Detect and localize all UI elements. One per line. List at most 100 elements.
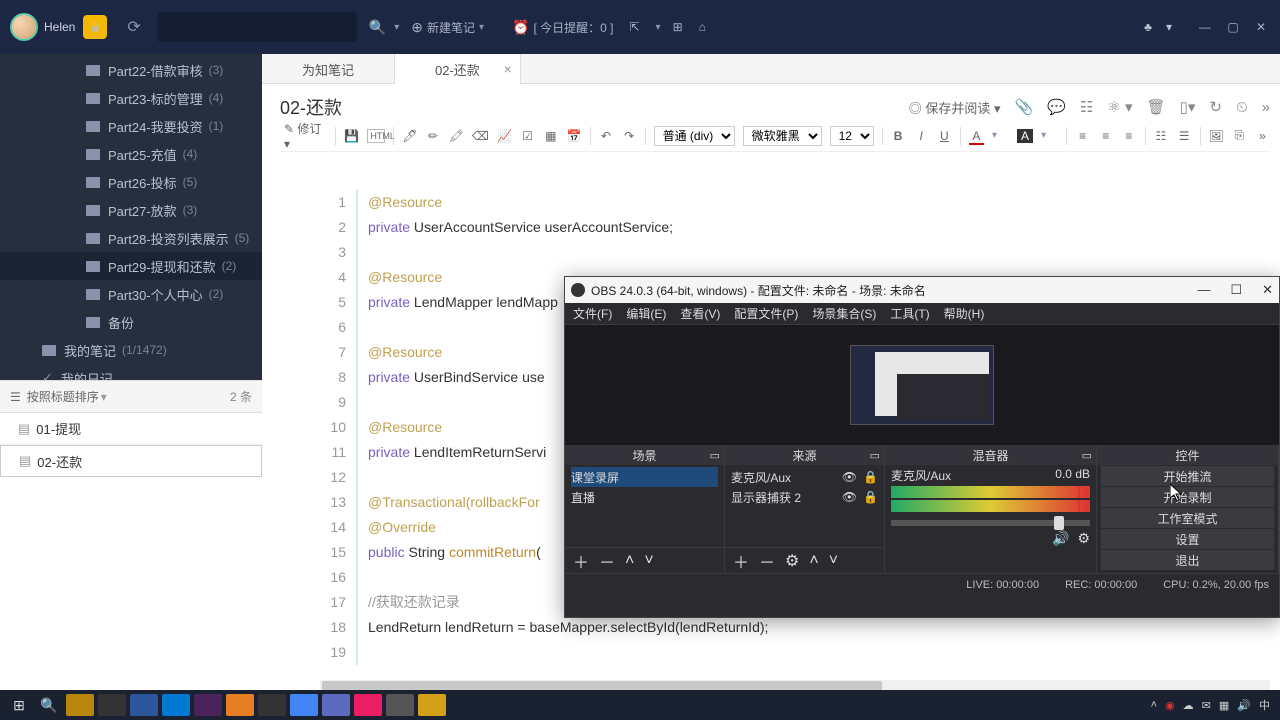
sidebar-item[interactable]: Part27-放款(3) — [0, 196, 262, 224]
undo-icon[interactable]: ↶ — [598, 129, 613, 143]
obs-scene-item[interactable]: 课堂录屏 — [571, 467, 718, 487]
pen-icon[interactable]: ✏ — [426, 129, 441, 143]
gear-icon[interactable]: ⚙ — [785, 551, 799, 571]
lock-icon[interactable]: 🔒 — [863, 490, 878, 504]
taskbar-app[interactable] — [194, 694, 222, 716]
comment-icon[interactable]: 💬 — [1047, 98, 1066, 116]
note-item[interactable]: ▤02-还款 — [0, 445, 262, 477]
chart-icon[interactable]: 📈 — [497, 129, 512, 143]
redo-icon[interactable]: ↷ — [622, 129, 637, 143]
obs-menu-item[interactable]: 帮助(H) — [944, 305, 985, 322]
align-left-icon[interactable]: ≡ — [1075, 129, 1090, 143]
sidebar-item[interactable]: Part28-投资列表展示(5) — [0, 224, 262, 252]
sidebar-item[interactable]: Part26-投标(5) — [0, 168, 262, 196]
obs-control-button[interactable]: 工作室模式 — [1101, 508, 1274, 528]
remove-icon[interactable]: － — [759, 549, 775, 573]
obs-menu-item[interactable]: 场景集合(S) — [812, 305, 876, 322]
obs-titlebar[interactable]: OBS 24.0.3 (64-bit, windows) - 配置文件: 未命名… — [565, 277, 1279, 303]
bg-color-icon[interactable]: A — [1017, 129, 1033, 143]
ime-indicator[interactable]: 中 — [1259, 697, 1270, 713]
align-center-icon[interactable]: ≡ — [1098, 129, 1113, 143]
view-icon[interactable]: ☰ — [10, 390, 21, 404]
taskbar-app[interactable] — [354, 694, 382, 716]
eye-icon[interactable]: 👁 — [842, 470, 857, 484]
mix-volume-slider[interactable] — [891, 520, 1090, 526]
sidebar-diary[interactable]: ✓我的日记 — [0, 364, 262, 380]
start-icon[interactable]: ⊞ — [4, 690, 34, 720]
obs-source-item[interactable]: 显示器捕获 2👁🔒 — [731, 487, 878, 507]
popout-dropdown[interactable]: ▾ — [656, 22, 661, 33]
obs-control-button[interactable]: 开始录制 — [1101, 487, 1274, 507]
tray-rec-icon[interactable]: ◉ — [1165, 699, 1175, 712]
panel-menu-icon[interactable]: ▭ — [870, 449, 880, 462]
bold-icon[interactable]: B — [890, 129, 905, 143]
checkbox-icon[interactable]: ☑ — [520, 129, 535, 143]
obs-control-button[interactable]: 退出 — [1101, 550, 1274, 570]
note-item[interactable]: ▤01-提现 — [0, 413, 262, 445]
add-icon[interactable]: ＋ — [573, 549, 589, 573]
eye-icon[interactable]: 👁 — [842, 490, 857, 504]
search-dropdown-icon[interactable]: ▾ — [394, 22, 399, 33]
html-button[interactable]: HTML — [367, 129, 385, 143]
obs-close-icon[interactable]: ✕ — [1262, 282, 1273, 298]
gear-icon[interactable]: ⚙ — [1077, 530, 1090, 547]
sidebar-item[interactable]: 备份 — [0, 308, 262, 336]
taskbar-app[interactable] — [258, 694, 286, 716]
obs-control-button[interactable]: 开始推流 — [1101, 466, 1274, 486]
obs-minimize-icon[interactable]: — — [1197, 282, 1210, 298]
code-icon[interactable]: ⎘ — [1232, 128, 1247, 143]
taskbar-app[interactable] — [290, 694, 318, 716]
crown-icon[interactable]: ♛ — [83, 15, 107, 39]
font-size-select[interactable]: 12 — [830, 126, 874, 146]
tab[interactable]: 为知笔记 — [262, 54, 395, 84]
sidebar-item[interactable]: Part29-提现和还款(2) — [0, 252, 262, 280]
taskbar-app[interactable] — [66, 694, 94, 716]
speaker-icon[interactable]: 🔊 — [1052, 530, 1069, 547]
obs-control-button[interactable]: 设置 — [1101, 529, 1274, 549]
align-right-icon[interactable]: ≡ — [1121, 129, 1136, 143]
username[interactable]: Helen — [44, 20, 75, 34]
obs-menu-item[interactable]: 配置文件(P) — [734, 305, 798, 322]
edit-mode-button[interactable]: ✎ 修订 ▾ — [280, 118, 327, 153]
up-icon[interactable]: ˄ — [809, 552, 818, 570]
reminder-button[interactable]: ⏰[ 今日提醒：0 ] — [512, 19, 613, 36]
obs-scene-item[interactable]: 直播 — [571, 487, 718, 507]
table-icon[interactable]: ▦ — [543, 129, 558, 143]
obs-preview[interactable] — [565, 325, 1279, 445]
obs-source-item[interactable]: 麦克风/Aux👁🔒 — [731, 467, 878, 487]
list-icon[interactable]: ☷ — [1080, 98, 1093, 116]
panel-menu-icon[interactable]: ▭ — [1082, 449, 1092, 462]
sidebar-item[interactable]: Part25-充值(4) — [0, 140, 262, 168]
highlight-icon[interactable]: 🖍 — [449, 129, 464, 143]
sidebar-my-notes[interactable]: 我的笔记(1/1472) — [0, 336, 262, 364]
more-toolbar-icon[interactable]: » — [1255, 129, 1270, 143]
popout-icon[interactable]: ⇱ — [629, 20, 639, 34]
taskbar-app[interactable] — [418, 694, 446, 716]
panel-menu-icon[interactable]: ▭ — [710, 449, 720, 462]
obs-menu-item[interactable]: 工具(T) — [890, 305, 929, 322]
tray-icon2[interactable]: ▾ — [1166, 20, 1172, 34]
underline-icon[interactable]: U — [937, 129, 952, 143]
search-task-icon[interactable]: 🔍 — [34, 690, 64, 720]
tab-close-icon[interactable]: × — [504, 61, 512, 77]
brush-icon[interactable]: 🖊 — [402, 129, 417, 143]
sidebar-item[interactable]: Part23-标的管理(4) — [0, 84, 262, 112]
remove-icon[interactable]: － — [599, 549, 615, 573]
search-icon[interactable]: 🔍 — [369, 19, 386, 36]
avatar[interactable] — [10, 13, 38, 41]
apps-icon[interactable]: ⊞ — [673, 20, 683, 34]
taskbar-app[interactable] — [98, 694, 126, 716]
home-icon[interactable]: ⌂ — [699, 20, 706, 34]
tray-icon[interactable]: ▦ — [1219, 699, 1229, 712]
obs-menu-item[interactable]: 编辑(E) — [626, 305, 666, 322]
lock-icon[interactable]: 🔒 — [863, 470, 878, 484]
save-icon[interactable]: 💾 — [344, 129, 359, 143]
attachment-icon[interactable]: 📎 — [1015, 98, 1034, 116]
tray-icon[interactable]: ♣ — [1144, 20, 1152, 34]
clock-icon[interactable]: ⏲ — [1236, 99, 1248, 116]
search-input[interactable] — [157, 12, 357, 42]
maximize-icon[interactable]: ▢ — [1224, 20, 1242, 34]
down-icon[interactable]: ˅ — [644, 552, 653, 570]
add-icon[interactable]: ＋ — [733, 549, 749, 573]
eraser-icon[interactable]: ⌫ — [472, 129, 489, 143]
